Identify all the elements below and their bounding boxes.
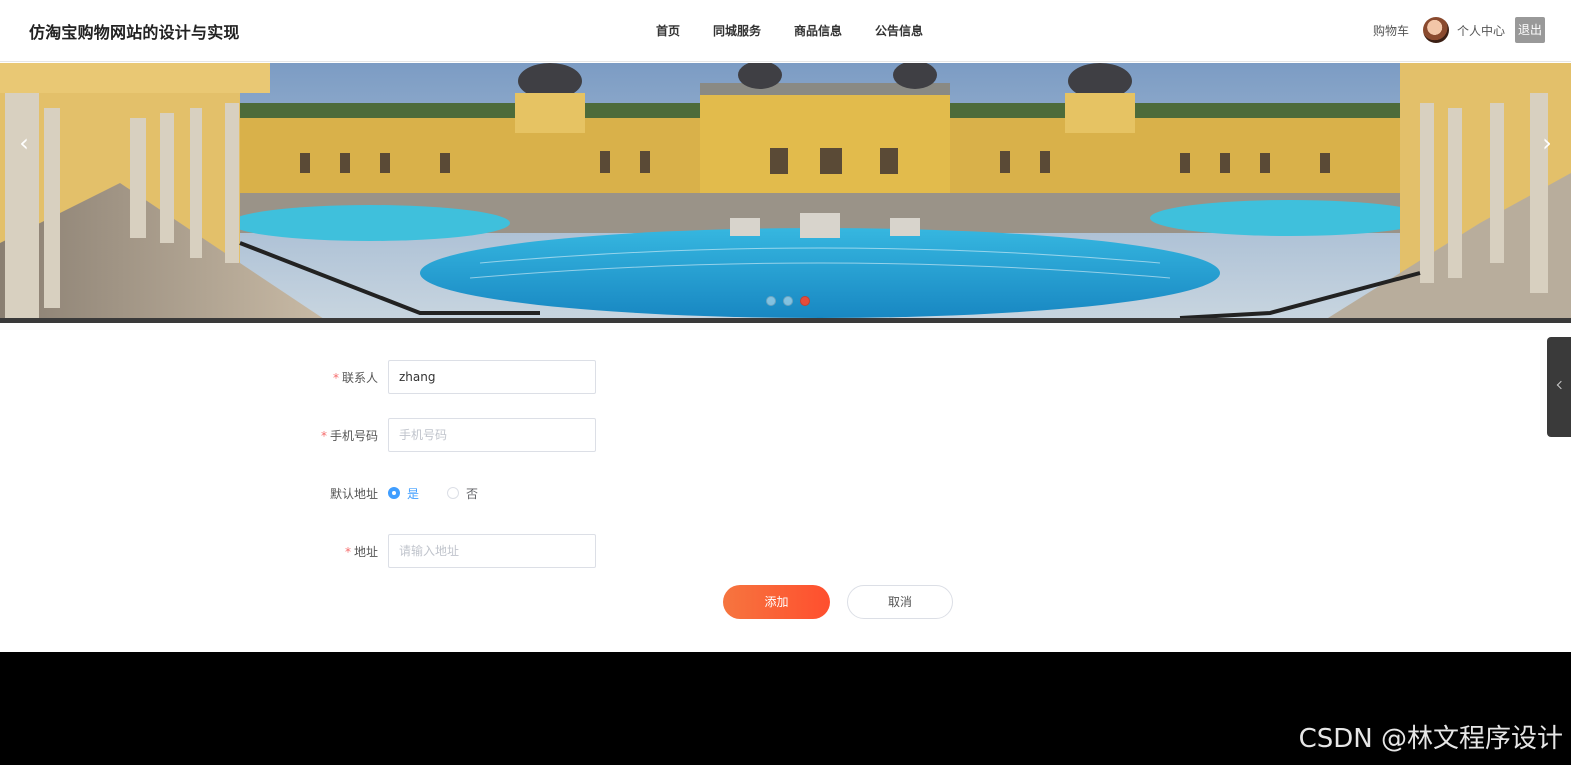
nav-item-home[interactable]: 首页 (656, 22, 680, 39)
carousel-indicators (766, 296, 810, 306)
carousel-dot-2[interactable] (783, 296, 793, 306)
user-center-link[interactable]: 个人中心 (1457, 22, 1505, 39)
add-button[interactable]: 添加 (723, 585, 830, 619)
nav-item-products[interactable]: 商品信息 (794, 22, 842, 39)
address-row: * 地址 (308, 534, 596, 568)
side-drawer-toggle[interactable] (1547, 337, 1571, 437)
cancel-button[interactable]: 取消 (847, 585, 953, 619)
carousel-dot-1[interactable] (766, 296, 776, 306)
phone-label: * 手机号码 (320, 428, 378, 443)
carousel-next-icon[interactable]: › (1527, 123, 1567, 163)
required-mark: * (332, 370, 339, 385)
radio-yes-label: 是 (407, 486, 420, 501)
contact-row: * 联系人 (308, 360, 596, 394)
avatar[interactable] (1422, 17, 1449, 43)
default-address-yes-radio[interactable]: 是 (388, 485, 419, 502)
main-nav: 首页 同城服务 商品信息 公告信息 (640, 22, 956, 39)
watermark: CSDN @林文程序设计 (1298, 724, 1563, 754)
required-mark: * (344, 544, 351, 559)
site-title: 仿淘宝购物网站的设计与实现 (29, 23, 240, 42)
banner-image (0, 63, 1571, 323)
contact-label: * 联系人 (332, 370, 378, 385)
default-address-label: 默认地址 (329, 486, 378, 501)
top-header: 仿淘宝购物网站的设计与实现 首页 同城服务 商品信息 公告信息 购物车 个人中心… (0, 0, 1571, 62)
default-address-row: 默认地址 是 否 (308, 484, 506, 502)
address-input[interactable] (388, 534, 596, 568)
phone-row: * 手机号码 (308, 418, 596, 452)
carousel-dot-3[interactable] (800, 296, 810, 306)
radio-no-label: 否 (466, 486, 479, 501)
phone-input[interactable] (388, 418, 596, 452)
required-mark: * (320, 428, 327, 443)
contact-input[interactable] (388, 360, 596, 394)
address-label: * 地址 (344, 544, 378, 559)
carousel-prev-icon[interactable]: ‹ (4, 123, 44, 163)
nav-item-announcements[interactable]: 公告信息 (875, 22, 923, 39)
radio-checked-icon (388, 487, 400, 499)
default-address-no-radio[interactable]: 否 (447, 485, 478, 502)
nav-item-local-service[interactable]: 同城服务 (713, 22, 761, 39)
banner-carousel: ‹ › (0, 63, 1571, 323)
logout-button[interactable]: 退出 (1514, 17, 1545, 43)
header-user-area: 购物车 个人中心 退出 (1373, 16, 1545, 44)
cart-link[interactable]: 购物车 (1373, 22, 1409, 39)
radio-unchecked-icon (447, 487, 460, 499)
